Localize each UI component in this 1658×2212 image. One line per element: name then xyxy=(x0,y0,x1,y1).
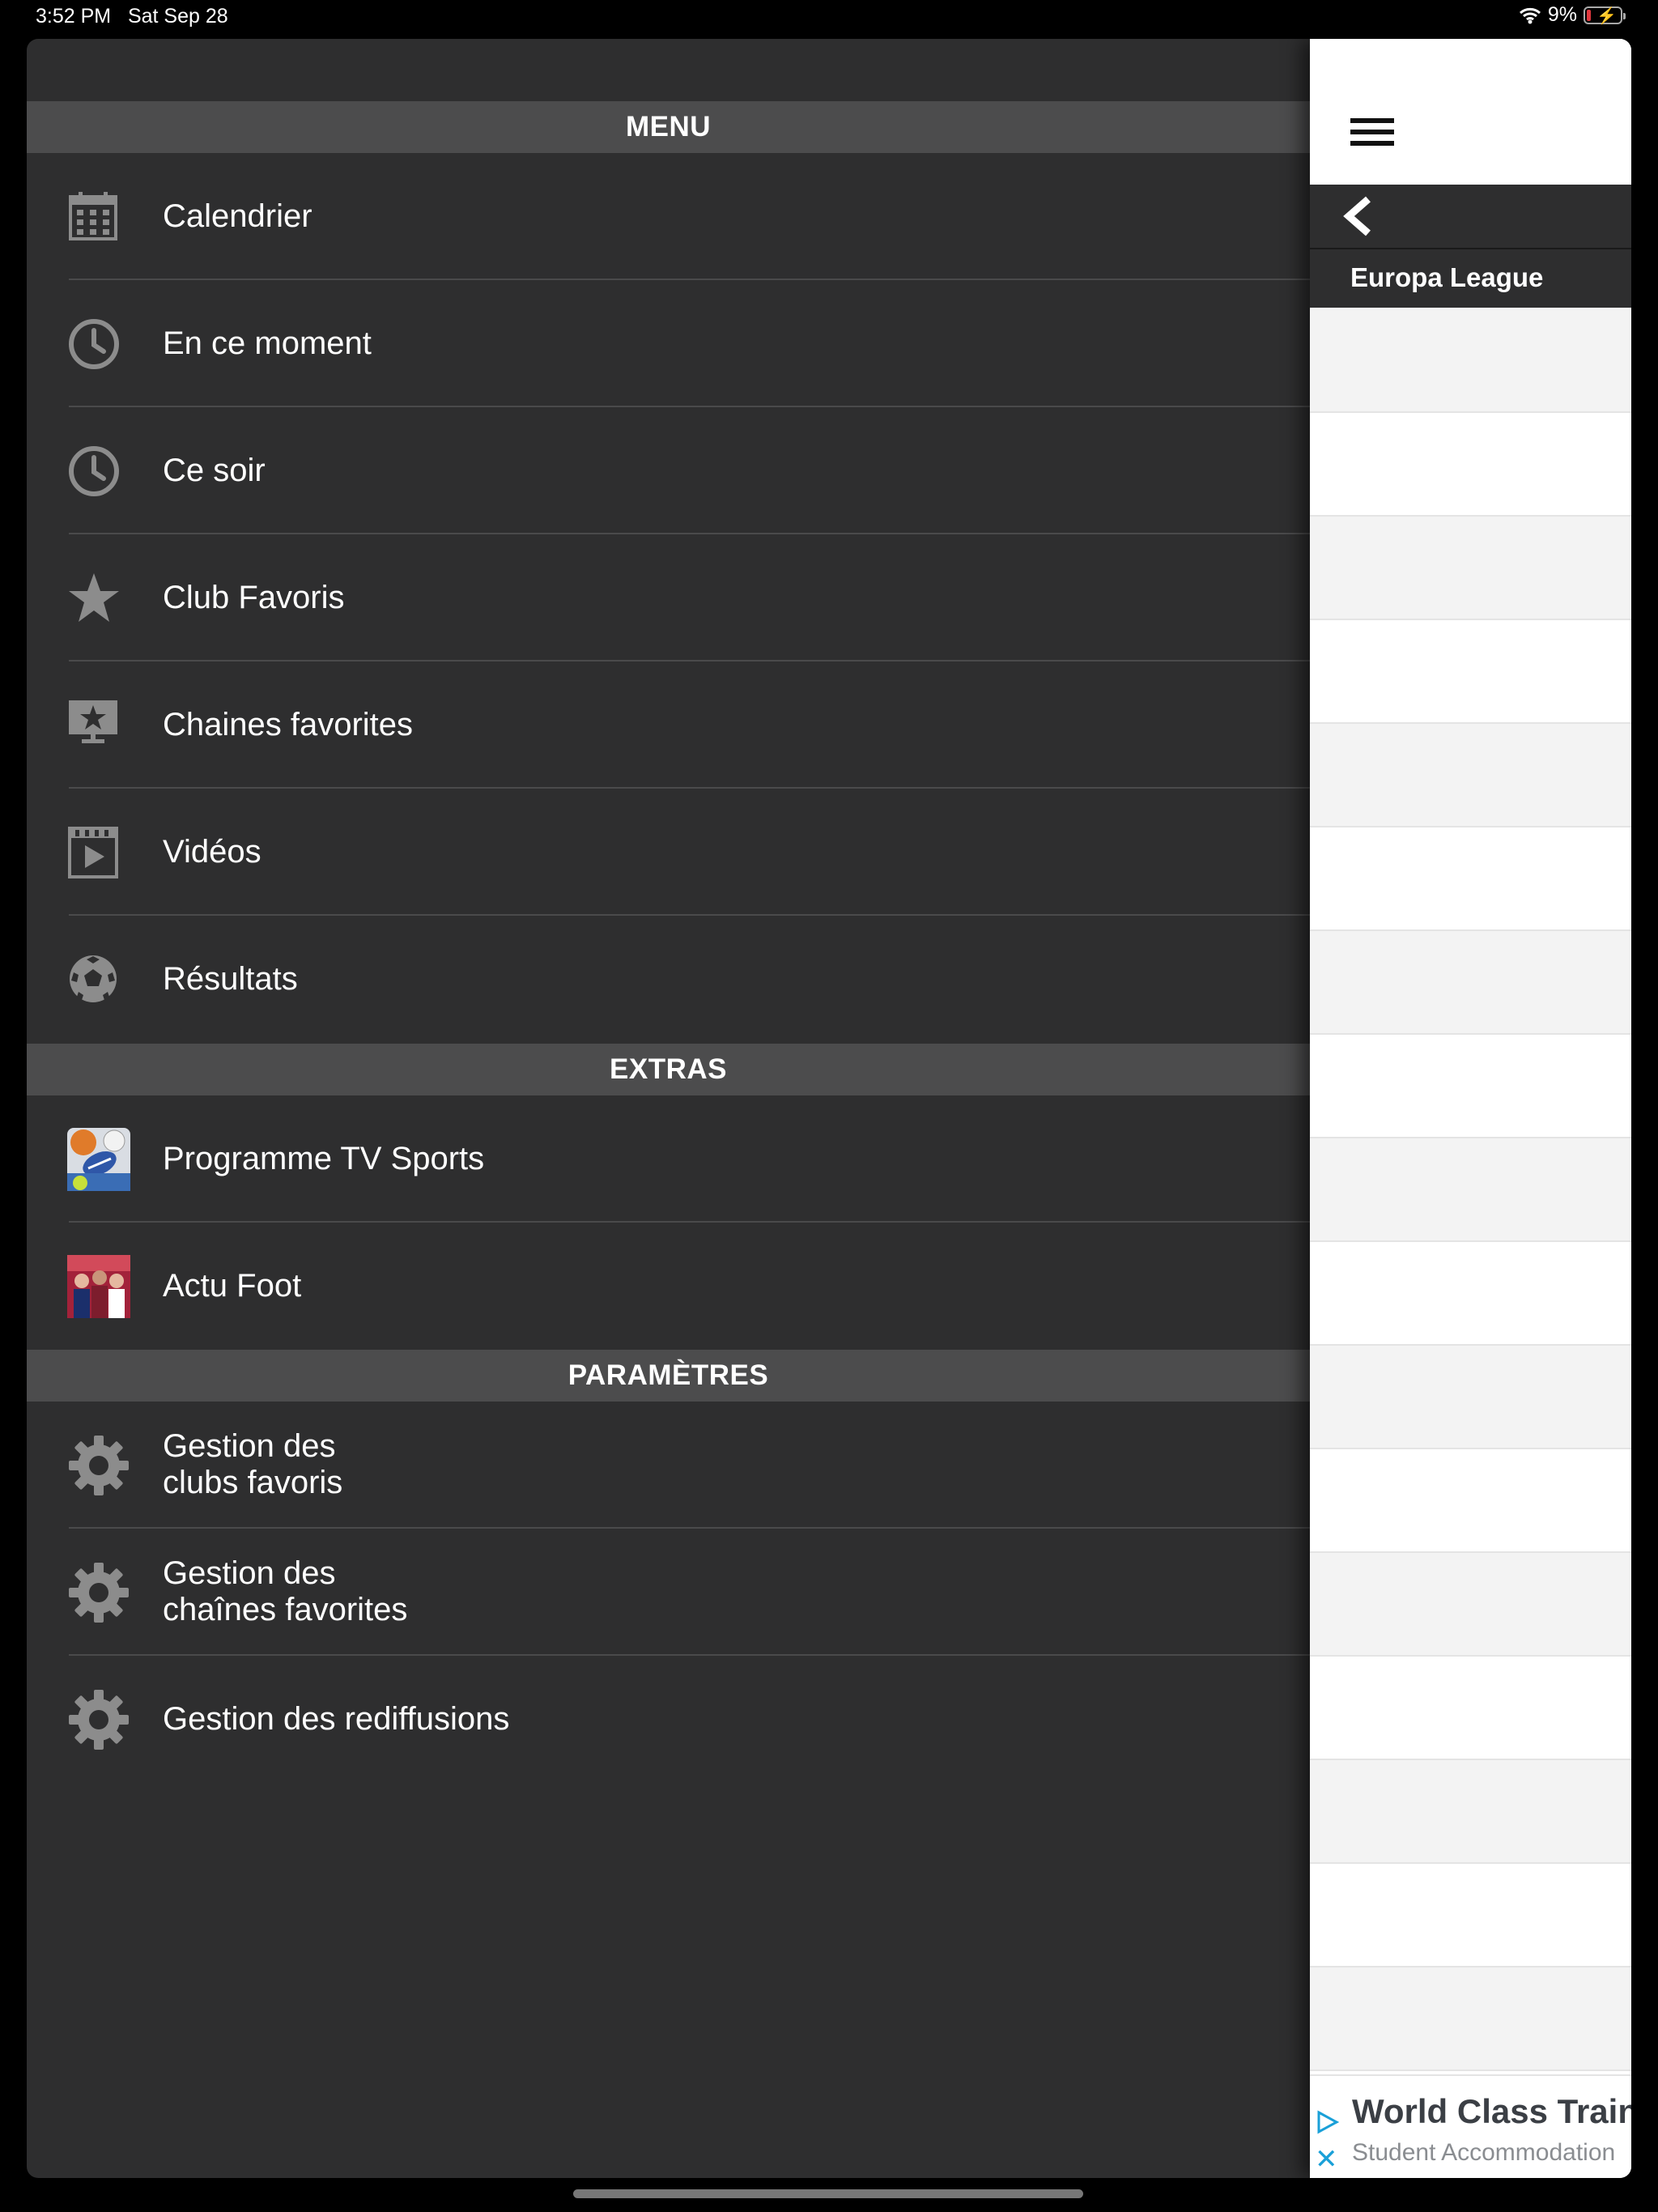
list-item[interactable] xyxy=(1310,724,1631,827)
status-time-date: 3:52 PM Sat Sep 28 xyxy=(36,5,228,28)
menu-item-label: Ce soir xyxy=(163,453,266,488)
list-item[interactable] xyxy=(1310,620,1631,724)
list-item[interactable] xyxy=(1310,1242,1631,1346)
programme-tv-sports-app-icon xyxy=(67,1128,130,1191)
back-chevron-icon[interactable] xyxy=(1341,196,1376,236)
section-header-parametres: PARAMÈTRES xyxy=(27,1350,1310,1402)
menu-item-gestion-rediffusions[interactable]: Gestion des rediffusions xyxy=(27,1656,1310,1783)
list-item[interactable] xyxy=(1310,1449,1631,1553)
top-nav xyxy=(1310,39,1631,185)
gear-icon xyxy=(69,1563,129,1623)
menu-item-calendrier[interactable]: Calendrier xyxy=(27,153,1310,280)
list-item[interactable] xyxy=(1310,1346,1631,1449)
list-item[interactable] xyxy=(1310,1138,1631,1242)
menu-item-label: Chaines favorites xyxy=(163,707,414,742)
status-date: Sat Sep 28 xyxy=(127,5,228,28)
menu-item-videos[interactable]: Vidéos xyxy=(27,789,1310,916)
match-list xyxy=(1310,309,1631,2071)
menu-item-actu-foot[interactable]: Actu Foot xyxy=(27,1223,1310,1350)
home-indicator[interactable] xyxy=(573,2189,1083,2198)
menu-item-label: Gestion des chaînes favorites xyxy=(163,1555,407,1628)
list-item[interactable] xyxy=(1310,413,1631,517)
section-header-menu: MENU xyxy=(27,101,1310,153)
gear-icon xyxy=(69,1690,129,1750)
menu-item-label: Gestion des rediffusions xyxy=(163,1701,510,1737)
soccer-ball-icon xyxy=(70,955,117,1002)
tv-star-icon xyxy=(69,700,117,743)
menu-item-resultats[interactable]: Résultats xyxy=(27,916,1310,1043)
battery-percent: 9% xyxy=(1547,3,1577,26)
ad-choices-icon[interactable] xyxy=(1315,2110,1339,2134)
league-header: Europa League xyxy=(1310,249,1631,308)
video-icon xyxy=(68,827,118,878)
section-header-extras: EXTRAS xyxy=(27,1044,1310,1095)
list-item[interactable] xyxy=(1310,1657,1631,1760)
clock-icon xyxy=(69,446,119,496)
actu-foot-app-icon xyxy=(67,1255,130,1318)
menu-item-label-line2: chaînes favorites xyxy=(163,1592,408,1627)
gear-icon xyxy=(69,1436,129,1495)
ad-subtitle: Student Accommodation xyxy=(1352,2139,1616,2166)
menu-item-label: Club Favoris xyxy=(163,580,345,615)
menu-item-programme-tv-sports[interactable]: Programme TV Sports xyxy=(27,1095,1310,1223)
menu-item-label-line1: Gestion des xyxy=(163,1555,336,1591)
list-item[interactable] xyxy=(1310,1553,1631,1657)
menu-item-label: Résultats xyxy=(163,961,298,997)
menu-item-label: Vidéos xyxy=(163,834,261,870)
league-title: Europa League xyxy=(1350,262,1544,292)
list-item[interactable] xyxy=(1310,1035,1631,1138)
menu-item-label-line2: clubs favoris xyxy=(163,1465,343,1500)
status-bar: 3:52 PM Sat Sep 28 9% ⚡ xyxy=(0,0,1658,36)
list-item[interactable] xyxy=(1310,1864,1631,1967)
menu-item-ce-soir[interactable]: Ce soir xyxy=(27,407,1310,534)
wifi-icon xyxy=(1519,7,1541,23)
menu-item-label: Gestion des clubs favoris xyxy=(163,1428,342,1501)
ad-banner[interactable]: ✕ World Class Training Student Accommoda… xyxy=(1310,2074,1631,2178)
menu-item-label: Calendrier xyxy=(163,198,312,234)
menu-item-club-favoris[interactable]: Club Favoris xyxy=(27,534,1310,661)
list-item[interactable] xyxy=(1310,827,1631,931)
ad-title: World Class Training xyxy=(1352,2092,1631,2130)
list-item[interactable] xyxy=(1310,309,1631,413)
menu-item-en-ce-moment[interactable]: En ce moment xyxy=(27,280,1310,407)
back-bar xyxy=(1310,185,1631,249)
side-menu: MENU Calendrier En ce moment Ce soir Clu… xyxy=(27,39,1310,2178)
content-panel: Europa League ✕ World Class Training Stu… xyxy=(1310,39,1631,2178)
menu-item-label: En ce moment xyxy=(163,325,372,361)
menu-item-chaines-favorites[interactable]: Chaines favorites xyxy=(27,661,1310,789)
clock-icon xyxy=(69,319,119,369)
battery-icon: ⚡ xyxy=(1584,6,1626,25)
status-right: 9% ⚡ xyxy=(1519,3,1626,27)
star-icon xyxy=(69,573,119,622)
list-item[interactable] xyxy=(1310,1967,1631,2071)
ad-close-icon[interactable]: ✕ xyxy=(1315,2146,1338,2173)
calendar-icon xyxy=(69,192,117,240)
list-item[interactable] xyxy=(1310,931,1631,1035)
hamburger-menu-icon[interactable] xyxy=(1350,118,1394,146)
menu-item-label-line1: Gestion des xyxy=(163,1428,336,1464)
menu-item-gestion-chaines-favorites[interactable]: Gestion des chaînes favorites xyxy=(27,1529,1310,1656)
menu-item-label: Programme TV Sports xyxy=(163,1141,485,1176)
list-item[interactable] xyxy=(1310,1760,1631,1864)
menu-item-label: Actu Foot xyxy=(163,1268,302,1304)
list-item[interactable] xyxy=(1310,517,1631,620)
menu-item-gestion-clubs-favoris[interactable]: Gestion des clubs favoris xyxy=(27,1402,1310,1529)
status-time: 3:52 PM xyxy=(36,5,112,28)
